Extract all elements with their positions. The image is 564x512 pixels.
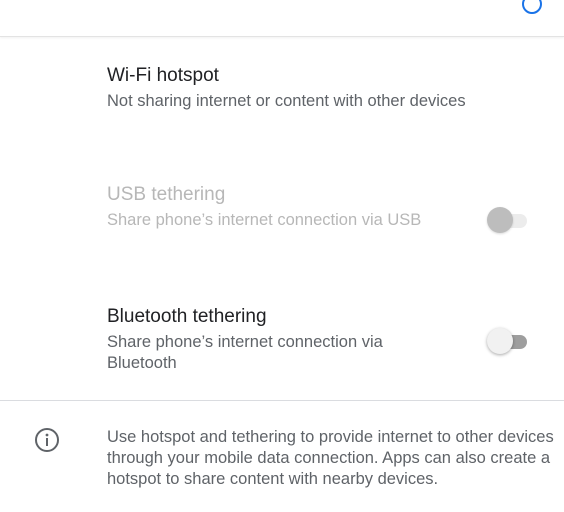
wifi-hotspot-summary: Not sharing internet or content with oth…: [107, 92, 466, 110]
bluetooth-tethering-switch[interactable]: [487, 328, 531, 354]
bluetooth-switch-thumb: [487, 328, 513, 354]
bluetooth-tethering-setting[interactable]: Bluetooth tethering Share phone’s intern…: [107, 305, 437, 374]
usb-tethering-summary: Share phone’s internet connection via US…: [107, 211, 422, 229]
help-icon[interactable]: [522, 0, 542, 14]
usb-tethering-title: USB tethering: [107, 184, 226, 205]
hotspot-tethering-screen: Wi-Fi hotspot Not sharing internet or co…: [0, 0, 564, 512]
bluetooth-tethering-summary: Share phone’s internet connection via Bl…: [107, 333, 383, 372]
usb-switch-thumb: [487, 207, 513, 233]
usb-tethering-switch: [487, 207, 531, 233]
info-icon: [35, 428, 59, 452]
app-bar: [0, 0, 564, 37]
usb-tethering-setting: USB tethering Share phone’s internet con…: [107, 183, 437, 231]
wifi-hotspot-setting[interactable]: Wi-Fi hotspot Not sharing internet or co…: [107, 64, 547, 112]
wifi-hotspot-title: Wi-Fi hotspot: [107, 65, 219, 86]
divider: [0, 400, 564, 401]
info-footer-text: Use hotspot and tethering to provide int…: [107, 428, 554, 488]
bluetooth-tethering-title: Bluetooth tethering: [107, 306, 267, 327]
